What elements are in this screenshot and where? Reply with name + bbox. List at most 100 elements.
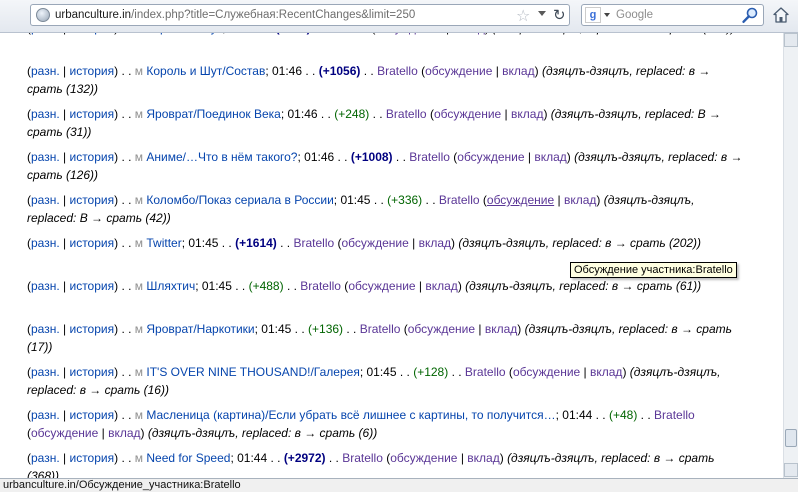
reload-icon[interactable]: ↻	[553, 6, 566, 24]
page-title-link[interactable]: Яроврат/Наркотики	[146, 322, 254, 336]
user-link[interactable]: Bratello	[342, 451, 383, 465]
talk-link[interactable]: обсуждение	[390, 451, 457, 465]
diff-link[interactable]: разн.	[31, 408, 60, 422]
diff-link[interactable]: разн.	[31, 33, 60, 35]
home-icon[interactable]	[772, 6, 790, 24]
talk-link[interactable]: обсуждение	[513, 365, 580, 379]
user-link[interactable]: Bratello	[386, 107, 427, 121]
entry-text: ) . .	[114, 150, 135, 164]
entry-text: ) . .	[114, 236, 135, 250]
user-link[interactable]: Bratello	[465, 365, 506, 379]
contrib-link[interactable]: вклад	[467, 451, 499, 465]
contrib-link[interactable]: вклад	[534, 150, 566, 164]
tooltip: Обсуждение участника:Bratello	[570, 262, 737, 278]
history-dropdown-icon[interactable]	[538, 11, 546, 16]
page-title-link[interactable]: Шляхтич	[146, 279, 195, 293]
diff-link[interactable]: разн.	[31, 236, 60, 250]
address-url[interactable]: urbanculture.in/index.php?title=Служебна…	[55, 9, 415, 21]
user-link[interactable]: Bratello	[360, 322, 401, 336]
talk-link[interactable]: обсуждение	[31, 426, 98, 440]
page-title-link[interactable]: IT'S OVER NINE THOUSAND!/Галерея	[146, 365, 359, 379]
talk-link[interactable]: обсуждение	[342, 236, 409, 250]
entry-text: |	[408, 236, 419, 250]
address-bar[interactable]: urbanculture.in/index.php?title=Служебна…	[30, 4, 570, 26]
page-title-link[interactable]: Масленица (картина)/Если убрать всё лишн…	[146, 408, 555, 422]
page-title-link[interactable]: Twitter	[146, 236, 181, 250]
diff-link[interactable]: разн.	[31, 322, 60, 336]
page-title-link[interactable]: Need for Speed	[146, 451, 230, 465]
history-link[interactable]: история	[69, 451, 114, 465]
diff-link[interactable]: разн.	[31, 451, 60, 465]
contrib-link[interactable]: вклад	[511, 107, 543, 121]
search-icon[interactable]	[741, 6, 759, 24]
scroll-up-button[interactable]	[784, 33, 798, 47]
minor-flag: м	[134, 193, 144, 207]
scroll-down-button[interactable]	[784, 463, 798, 477]
contrib-link[interactable]: вклад	[419, 236, 451, 250]
talk-link[interactable]: обсуждение	[348, 279, 415, 293]
minor-flag: м	[134, 365, 144, 379]
talk-link[interactable]: обсуждение	[487, 193, 554, 207]
user-link[interactable]: Bratello	[439, 193, 480, 207]
history-link[interactable]: история	[69, 322, 114, 336]
history-link[interactable]: история	[69, 408, 114, 422]
contrib-link[interactable]: вклад	[502, 64, 534, 78]
history-link[interactable]: история	[69, 193, 114, 207]
diff-link[interactable]: разн.	[31, 193, 60, 207]
user-link[interactable]: Bratello	[293, 236, 334, 250]
history-link[interactable]: история	[69, 236, 114, 250]
diff-link[interactable]: разн.	[31, 365, 60, 379]
scrollbar-thumb[interactable]	[785, 429, 797, 447]
engine-dropdown-icon[interactable]	[604, 13, 610, 17]
change-entry: (разн. | история) . . м Шляхтич; 01:45 .…	[27, 277, 745, 320]
contrib-link[interactable]: вклад	[485, 322, 517, 336]
history-link[interactable]: история	[69, 365, 114, 379]
bookmark-star-icon[interactable]: ☆	[516, 6, 530, 26]
user-link[interactable]: Bratello	[300, 279, 341, 293]
contrib-link[interactable]: вклад	[452, 33, 484, 35]
user-link[interactable]: Bratello	[377, 64, 418, 78]
page-title-link[interactable]: Король и Шут/Состав	[146, 64, 265, 78]
diff-link[interactable]: разн.	[31, 150, 60, 164]
history-link[interactable]: история	[69, 150, 114, 164]
talk-link[interactable]: обсуждение	[457, 150, 524, 164]
entry-text: |	[60, 33, 70, 35]
change-entry: (разн. | история) . . м IT'S OVER NINE T…	[27, 363, 745, 406]
entry-text: (	[426, 107, 434, 121]
user-link[interactable]: Bratello	[409, 150, 450, 164]
diff-link[interactable]: разн.	[31, 64, 60, 78]
history-link[interactable]: история	[69, 33, 114, 35]
size-delta: (+488)	[248, 279, 284, 293]
talk-link[interactable]: обсуждение	[425, 64, 492, 78]
search-input[interactable]: Google	[616, 9, 653, 21]
user-link[interactable]: Bratello	[654, 408, 695, 422]
history-link[interactable]: история	[69, 64, 114, 78]
diff-link[interactable]: разн.	[31, 279, 60, 293]
page-title-link[interactable]: Коломбо/Показ сериала в России	[146, 193, 333, 207]
contrib-link[interactable]: вклад	[590, 365, 622, 379]
history-link[interactable]: история	[69, 279, 114, 293]
entry-text: ) . .	[114, 279, 135, 293]
talk-link[interactable]: обсуждение	[434, 107, 501, 121]
history-link[interactable]: история	[69, 107, 114, 121]
talk-link[interactable]: обсуждение	[375, 33, 442, 35]
timestamp: ; 01:44 . .	[555, 408, 609, 422]
talk-link[interactable]: обсуждение	[408, 322, 475, 336]
google-icon[interactable]: g	[585, 7, 601, 23]
user-link[interactable]: Bratello	[327, 33, 368, 35]
diff-link[interactable]: разн.	[31, 107, 60, 121]
entry-text: . .	[637, 408, 655, 422]
page-title-link[interactable]: Яроврат/Поединок Века	[146, 107, 280, 121]
entry-text: . .	[283, 279, 301, 293]
page-title-link[interactable]: Король и Шут	[146, 33, 222, 35]
size-delta: (+248)	[334, 107, 370, 121]
contrib-link[interactable]: вклад	[108, 426, 140, 440]
vertical-scrollbar[interactable]	[783, 33, 798, 478]
contrib-link[interactable]: вклад	[425, 279, 457, 293]
entry-text: |	[59, 150, 70, 164]
search-box[interactable]: g Google	[581, 4, 764, 26]
contrib-link[interactable]: вклад	[564, 193, 596, 207]
page-title-link[interactable]: Аниме/…Что в нём такого?	[146, 150, 297, 164]
timestamp: ; 01:45 . .	[181, 236, 236, 250]
timestamp: ; 01:45 . .	[195, 279, 249, 293]
